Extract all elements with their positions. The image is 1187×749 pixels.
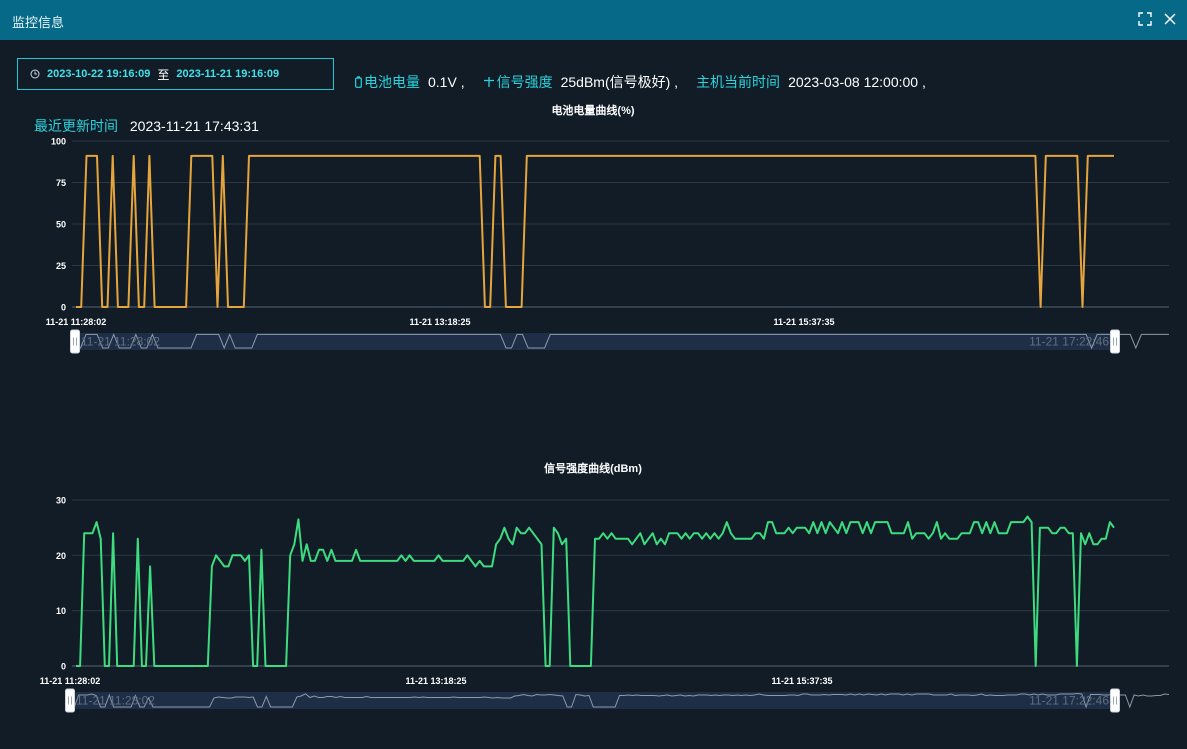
signal-chart: 信号强度曲线(dBm) 0 10 20 30 11-21 11:28:02 11-21 13…: [40, 461, 1170, 713]
x-tick-label: 11-21 13:18:25: [405, 676, 466, 686]
x-tick-label: 11-21 15:37:35: [771, 676, 832, 686]
y-tick-label: 30: [56, 496, 66, 506]
zoom-slider-end-label: 11-21 17:22:46: [1029, 694, 1109, 708]
y-tick-label: 0: [61, 662, 66, 672]
zoom-handle-right[interactable]: [1110, 688, 1120, 713]
y-tick-label: 20: [56, 551, 66, 561]
x-tick-label: 11-21 11:28:02: [40, 676, 101, 686]
series-line: [76, 515, 1115, 667]
chart-title: 信号强度曲线(dBm): [544, 461, 642, 475]
zoom-handle-left[interactable]: [65, 688, 75, 713]
y-tick-label: 10: [56, 606, 66, 616]
zoom-slider-start-label: 11-21 11:28:02: [76, 694, 155, 708]
zoom-slider-window[interactable]: [70, 692, 1115, 709]
